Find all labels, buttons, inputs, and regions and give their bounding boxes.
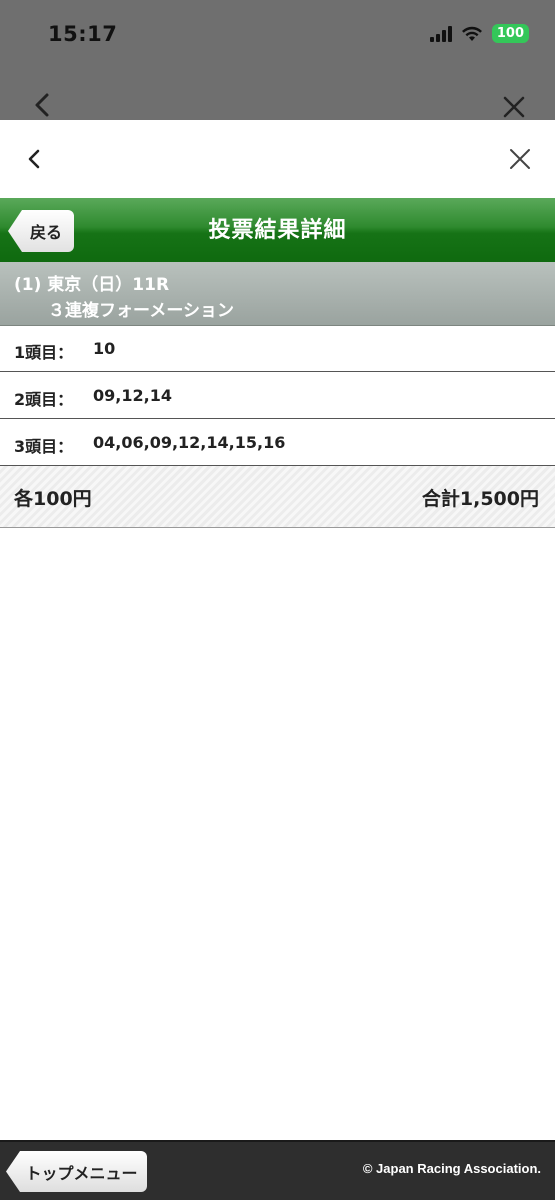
chevron-left-icon[interactable] [26, 148, 42, 170]
close-icon[interactable] [502, 95, 526, 119]
row-value: 04,06,09,12,14,15,16 [93, 433, 286, 452]
bet-type: ３連複フォーメーション [48, 301, 234, 321]
back-button[interactable]: 戻る [8, 210, 74, 252]
race-name: (1) 東京（日）11R [14, 275, 170, 295]
wifi-icon [461, 26, 482, 41]
status-icons: 100 [429, 24, 529, 43]
row-value: 10 [93, 339, 116, 358]
page-title: 投票結果詳細 [208, 218, 347, 243]
battery-icon: 100 [491, 24, 529, 43]
table-row: 2頭目： 09,12,14 [0, 373, 555, 419]
row-value: 09,12,14 [93, 386, 172, 405]
signal-icon [429, 25, 452, 42]
close-icon[interactable] [509, 148, 531, 170]
unit-price: 各100円 [14, 488, 92, 510]
row-label: 1頭目： [14, 343, 74, 362]
row-label: 2頭目： [14, 390, 74, 409]
top-menu-button[interactable]: トップメニュー [6, 1151, 147, 1192]
table-row: 1頭目： 10 [0, 326, 555, 372]
copyright: © Japan Racing Association. [362, 1161, 541, 1176]
chevron-left-icon[interactable] [32, 92, 52, 118]
inner-nav-bar [0, 120, 555, 198]
total-price: 合計1,500円 [421, 488, 539, 510]
row-label: 3頭目： [14, 437, 74, 456]
table-row: 3頭目： 04,06,09,12,14,15,16 [0, 420, 555, 466]
status-bar [0, 0, 555, 120]
status-time: 15:17 [48, 22, 118, 46]
